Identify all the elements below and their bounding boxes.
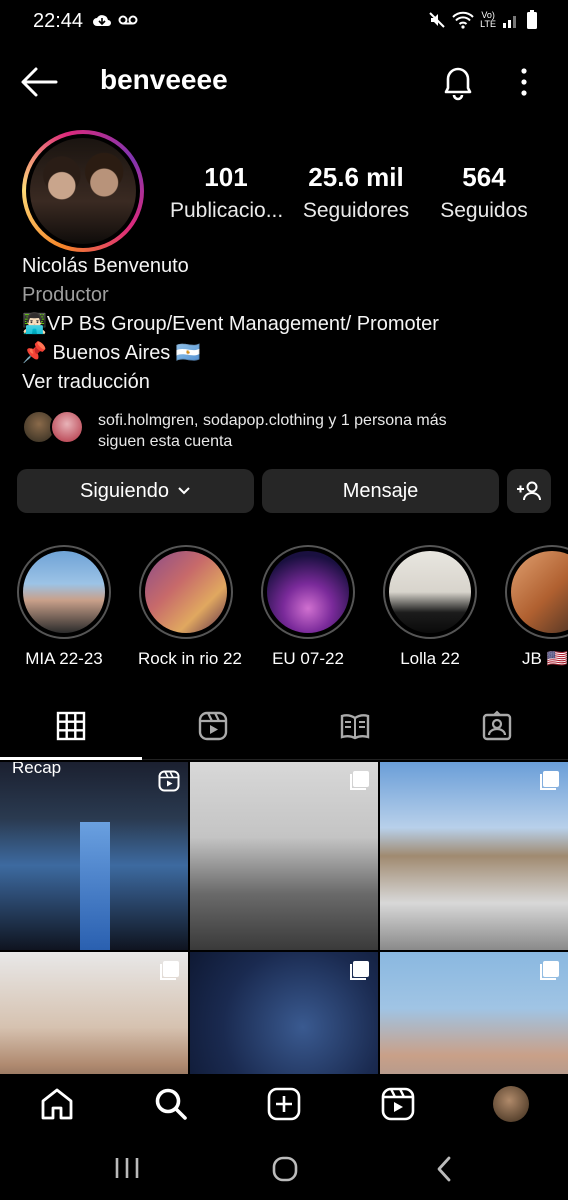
profile-username: benveeee [100,64,228,95]
battery-icon [527,10,537,29]
carousel-icon [160,961,179,980]
post-thumbnail[interactable] [190,762,378,950]
mutual-followers-text: sofi.holmgren, sodapop.clothing y 1 pers… [98,412,447,450]
profile-avatar [30,138,136,244]
highlight-label: Lolla 22 [400,649,460,668]
mute-icon [429,12,445,28]
post-thumbnail[interactable] [0,952,188,1074]
carousel-icon [350,771,369,790]
mutual-avatar [50,410,84,444]
profile-tabs [0,690,568,760]
highlight-cover [267,551,349,633]
post-thumbnail[interactable]: Recap [0,762,188,950]
following-count: 564 [462,162,506,192]
message-label: Mensaje [342,479,419,502]
posts-grid: Recap [0,762,568,1074]
status-bar: 22:44 Vo) LTE [0,0,568,44]
highlight-item[interactable]: EU 07-22 [260,545,356,669]
status-system-icons: Vo) LTE [428,10,538,30]
voicemail-icon [118,15,138,25]
highlight-cover [389,551,471,633]
carousel-icon [350,961,369,980]
see-translation-link[interactable]: Ver traducción [22,368,552,397]
followers-count: 25.6 mil [308,162,404,192]
posts-label: Publicacio... [170,199,284,222]
profile-avatar-story-ring[interactable] [22,130,144,252]
highlight-label: MIA 22-23 [25,649,103,668]
guide-icon[interactable] [339,710,371,742]
nav-back-icon[interactable] [434,1156,454,1182]
more-icon[interactable] [512,65,536,99]
signal-icon [503,16,516,28]
tower-shape [80,822,110,950]
reel-badge-icon [158,770,180,792]
profile-full-name: Nicolás Benvenuto [22,255,189,277]
cloud-icon [93,15,111,26]
following-label: Siguiendo [80,479,169,502]
highlight-label: EU 07-22 [272,649,344,668]
profile-category: Productor [22,284,109,306]
highlight-item[interactable]: Rock in rio 22 [138,545,242,669]
tagged-icon[interactable] [481,710,513,742]
mutual-followers[interactable]: sofi.holmgren, sodapop.clothing y 1 pers… [22,408,552,452]
post-caption-overlay: Recap [12,762,62,777]
chevron-down-icon [178,487,190,495]
wifi-icon [452,11,474,29]
profile-avatar[interactable] [493,1086,529,1122]
bio-line: 👨🏻‍💻VP BS Group/Event Management/ Promot… [22,313,439,335]
stat-followers[interactable]: 25.6 mil Seguidores [300,162,412,223]
lte-indicator: Vo) LTE [480,10,496,29]
stat-following[interactable]: 564 Seguidos [434,162,534,223]
highlight-cover [145,551,227,633]
followers-label: Seguidores [302,199,410,222]
back-arrow-icon[interactable] [20,64,58,100]
add-person-icon [517,481,541,501]
highlight-item[interactable]: MIA 22-23 [16,545,112,669]
posts-count: 101 [204,162,248,192]
bottom-navigation [0,1074,568,1136]
bio-location: 📌 Buenos Aires 🇦🇷 [22,342,201,364]
system-navigation-bar [0,1136,568,1200]
recents-icon[interactable] [114,1156,140,1180]
stat-posts[interactable]: 101 Publicacio... [170,162,284,223]
profile-header: benveeee [0,55,568,109]
post-thumbnail[interactable] [190,952,378,1074]
profile-bio: Nicolás Benvenuto Productor 👨🏻‍💻VP BS Gr… [22,252,552,397]
highlight-label: JB 🇺🇸 4 [522,649,568,668]
active-tab-indicator [0,757,142,760]
highlight-item[interactable]: Lolla 22 [382,545,478,669]
reels-icon[interactable] [197,710,229,742]
status-notification-icons [92,12,138,28]
suggested-accounts-button[interactable] [507,469,551,513]
status-time: 22:44 [33,10,84,32]
reels-nav-icon[interactable] [380,1086,416,1122]
carousel-icon [540,961,559,980]
bell-icon[interactable] [440,63,476,101]
highlight-item[interactable]: JB 🇺🇸 4 [504,545,568,669]
grid-icon[interactable] [55,710,87,742]
message-button[interactable]: Mensaje [262,469,499,513]
create-icon[interactable] [266,1086,302,1122]
following-button[interactable]: Siguiendo [17,469,254,513]
highlight-label: Rock in rio 22 [138,649,242,668]
search-icon[interactable] [153,1086,189,1122]
home-icon[interactable] [39,1086,75,1122]
highlight-cover [23,551,105,633]
carousel-icon [540,771,559,790]
following-label: Seguidos [440,199,528,222]
post-thumbnail[interactable] [380,952,568,1074]
highlight-cover [511,551,568,633]
home-circle-icon[interactable] [272,1156,298,1182]
post-thumbnail[interactable] [380,762,568,950]
